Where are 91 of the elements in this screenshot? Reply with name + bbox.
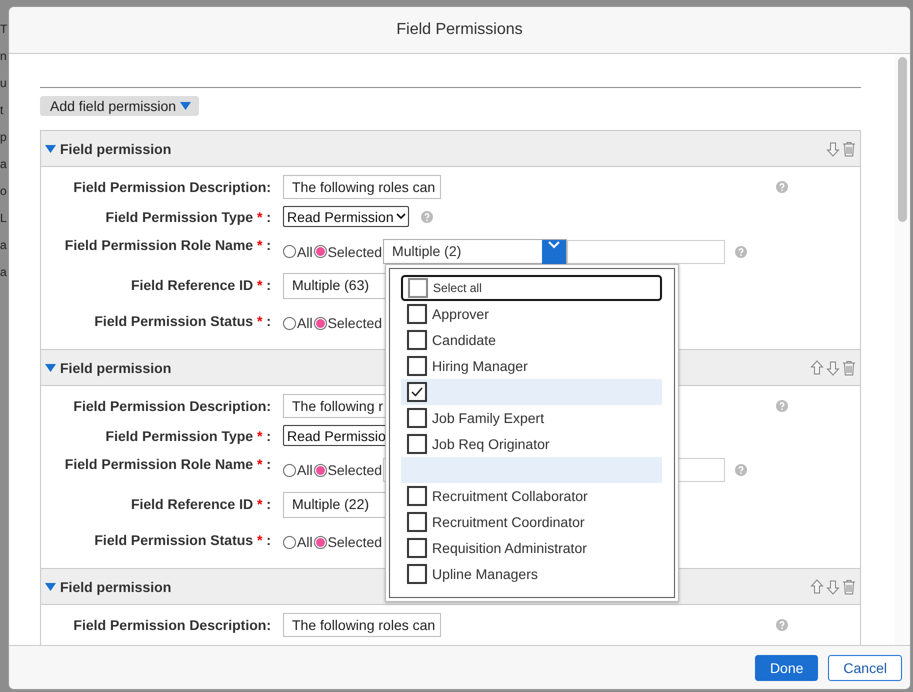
dropdown-option[interactable]: Job Req Originator [401, 431, 662, 457]
background-text: a [0, 237, 8, 254]
dropdown-option[interactable]: Upline Managers [401, 561, 662, 587]
trash-icon[interactable] [842, 140, 856, 156]
checkbox[interactable] [407, 356, 428, 376]
dropdown-option[interactable]: Approver [401, 301, 662, 327]
section-title: Field permission [60, 360, 172, 376]
add-permission-button[interactable]: Add field permission [40, 96, 200, 116]
field-label: Field Permission Role Name * : [64, 456, 271, 472]
radio-label: All [297, 534, 313, 550]
up-arrow-icon[interactable] [810, 360, 824, 376]
field-label: Field Permission Type * : [104, 428, 271, 444]
radio-button[interactable] [283, 316, 296, 330]
radio-button[interactable] [283, 536, 296, 548]
background-text: p [0, 129, 8, 146]
background-text: L [0, 210, 8, 227]
radio-label: All [297, 462, 313, 478]
background-text: T [0, 21, 8, 38]
radio-label: All [297, 315, 313, 331]
checkbox[interactable] [407, 486, 428, 506]
radio-label: All [297, 244, 313, 260]
section-title: Field permission [60, 140, 172, 156]
background-text: n [0, 48, 8, 65]
radio-button[interactable] [314, 536, 327, 548]
checkbox[interactable] [407, 382, 428, 402]
description-field[interactable]: The following roles can [283, 175, 441, 199]
dropdown-option[interactable]: Requisition Administrator [401, 535, 662, 561]
radio-label: Selected [328, 534, 382, 550]
caret-icon [180, 102, 192, 110]
radio-button[interactable] [314, 245, 327, 258]
field-label: Field Permission Description: [72, 617, 271, 633]
field-label: Field Permission Status * : [93, 532, 271, 548]
dropdown-option[interactable]: Recruitment Coordinator [401, 509, 662, 535]
checkbox[interactable] [407, 408, 428, 428]
dropdown-toggle[interactable] [542, 240, 566, 264]
checkbox[interactable] [408, 278, 428, 298]
cancel-button[interactable]: Cancel [828, 654, 902, 680]
checkbox[interactable] [407, 512, 428, 532]
up-arrow-icon[interactable] [810, 578, 824, 594]
radio-button[interactable] [314, 464, 327, 476]
radio-label: Selected [328, 462, 382, 478]
radio-button[interactable] [314, 316, 327, 330]
field-label: Field Reference ID * : [130, 495, 271, 512]
reference-id-field[interactable]: Multiple (63) [283, 273, 386, 299]
field-label: Field Permission Status * : [93, 313, 271, 329]
done-button[interactable]: Done [754, 654, 818, 680]
field-label: Field Reference ID * : [130, 276, 271, 293]
chevron-down-icon [396, 213, 406, 220]
expand-triangle-icon[interactable] [45, 364, 56, 372]
field-label: Field Permission Description: [72, 179, 271, 195]
description-field[interactable]: The following r [283, 394, 386, 418]
description-field[interactable]: The following roles can [283, 613, 441, 637]
checkbox[interactable] [407, 564, 428, 584]
chevron-down-icon [547, 240, 562, 250]
dropdown-option[interactable]: Recruitment Collaborator [401, 483, 662, 509]
radio-label: Selected [328, 244, 382, 260]
radio-label: Selected [328, 315, 382, 331]
permission-type-select[interactable]: Read Permission [283, 206, 409, 227]
dialog-title: Field Permissions [396, 21, 523, 39]
field-label: Field Permission Description: [72, 398, 271, 414]
down-arrow-icon[interactable] [826, 578, 840, 594]
background-text: a [0, 156, 8, 173]
dropdown-option[interactable]: Candidate [401, 327, 662, 353]
checkbox[interactable] [407, 434, 428, 454]
radio-button[interactable] [283, 245, 296, 258]
section-title: Field permission [60, 578, 172, 594]
check-icon [411, 387, 424, 397]
trash-icon[interactable] [842, 578, 856, 594]
trash-icon[interactable] [842, 360, 856, 376]
dropdown-option[interactable] [401, 379, 662, 405]
down-arrow-icon[interactable] [826, 360, 840, 376]
background-text: o [0, 183, 8, 200]
role-input-field[interactable] [567, 240, 726, 264]
expand-triangle-icon[interactable] [45, 582, 56, 590]
background-text: t [0, 102, 4, 119]
role-input-field[interactable] [383, 458, 726, 482]
background-text: a [0, 264, 8, 281]
checkbox[interactable] [407, 304, 428, 324]
scrollbar[interactable] [895, 54, 910, 645]
checkbox[interactable] [407, 330, 428, 350]
reference-id-field[interactable]: Multiple (22) [283, 492, 386, 518]
field-label: Field Permission Type * : [104, 208, 271, 224]
down-arrow-icon[interactable] [826, 140, 840, 156]
checkbox[interactable] [407, 538, 428, 558]
expand-triangle-icon[interactable] [45, 144, 56, 152]
radio-button[interactable] [283, 464, 296, 476]
background-text: u [0, 75, 8, 92]
dropdown-option[interactable]: Job Family Expert [401, 405, 662, 431]
field-label: Field Permission Role Name * : [64, 237, 271, 253]
select-all-option[interactable]: Select all [401, 275, 662, 301]
dropdown-option[interactable]: Hiring Manager [401, 353, 662, 379]
